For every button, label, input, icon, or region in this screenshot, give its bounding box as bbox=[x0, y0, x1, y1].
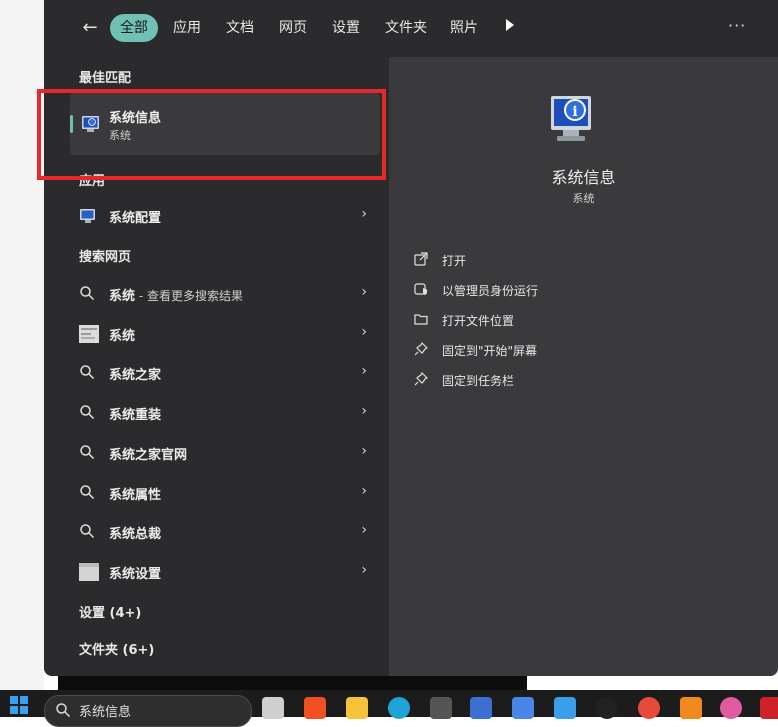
pin-icon bbox=[414, 372, 428, 386]
web-result-label: 系统之家官网 bbox=[109, 448, 188, 463]
folder-icon bbox=[414, 314, 428, 325]
tab-documents[interactable]: 文档 bbox=[216, 14, 264, 42]
section-settings[interactable]: 设置 (4+) bbox=[79, 602, 141, 621]
windows-start-icon[interactable] bbox=[10, 696, 28, 714]
app-icon[interactable] bbox=[512, 697, 534, 719]
chevron-right-icon[interactable]: › bbox=[361, 324, 367, 340]
microsoft-store-icon[interactable] bbox=[304, 697, 326, 719]
system-config-icon bbox=[80, 209, 95, 223]
web-result-label: 系统设置 bbox=[109, 567, 162, 582]
more-options-icon[interactable]: ··· bbox=[728, 16, 746, 35]
action-pin-to-taskbar-label: 固定到任务栏 bbox=[442, 374, 515, 388]
pin-icon bbox=[414, 342, 428, 356]
web-result-label: 系统总裁 bbox=[109, 527, 162, 542]
app-icon[interactable] bbox=[680, 697, 702, 719]
list-item-label: 系统配置 bbox=[109, 211, 162, 226]
shield-icon bbox=[414, 283, 427, 295]
web-result-item[interactable]: 系统 - 查看更多搜索结果 › bbox=[70, 274, 375, 312]
search-icon bbox=[80, 524, 95, 539]
search-icon bbox=[80, 286, 95, 301]
section-web-search: 搜索网页 bbox=[79, 250, 132, 265]
highlight-box bbox=[37, 89, 386, 180]
system-info-large-icon: i bbox=[551, 96, 591, 141]
search-icon bbox=[80, 365, 95, 380]
chevron-right-icon[interactable]: › bbox=[361, 403, 367, 419]
taskbar: 系统信息 bbox=[0, 690, 778, 727]
web-result-item[interactable]: 系统 › bbox=[70, 314, 375, 352]
web-result-label: 系统 bbox=[109, 329, 136, 344]
web-result-item[interactable]: 系统之家官网 › bbox=[70, 433, 375, 471]
open-icon bbox=[414, 252, 428, 266]
web-result-item[interactable]: 系统设置 › bbox=[70, 552, 375, 590]
web-result-item[interactable]: 系统属性 › bbox=[70, 473, 375, 511]
tab-folders[interactable]: 文件夹 bbox=[375, 14, 437, 42]
tab-web[interactable]: 网页 bbox=[269, 14, 317, 42]
action-open-label: 打开 bbox=[442, 254, 467, 268]
web-result-label: 系统重装 bbox=[109, 408, 162, 423]
app-icon[interactable] bbox=[760, 697, 778, 719]
web-result-label: 系统之家 bbox=[109, 368, 162, 383]
tab-apps[interactable]: 应用 bbox=[163, 14, 211, 42]
app-icon[interactable] bbox=[470, 697, 492, 719]
chevron-right-icon[interactable]: › bbox=[361, 363, 367, 379]
filter-bar: ← 全部 应用 文档 网页 设置 文件夹 照片 ··· bbox=[44, 0, 778, 57]
taskbar-search-value: 系统信息 bbox=[79, 705, 132, 720]
search-icon bbox=[80, 405, 95, 420]
chrome-icon[interactable] bbox=[638, 697, 660, 719]
search-icon bbox=[80, 485, 95, 500]
action-open-file-location-label: 打开文件位置 bbox=[442, 314, 515, 328]
tab-settings[interactable]: 设置 bbox=[322, 14, 370, 42]
task-view-icon[interactable] bbox=[262, 697, 284, 719]
chevron-right-icon[interactable]: › bbox=[361, 206, 367, 222]
taskbar-search-input[interactable]: 系统信息 bbox=[44, 695, 252, 727]
chevron-right-icon[interactable]: › bbox=[361, 562, 367, 578]
chevron-right-icon[interactable]: › bbox=[361, 522, 367, 538]
detail-subtitle: 系统 bbox=[572, 192, 595, 205]
list-item-app[interactable]: 系统配置 › bbox=[70, 196, 375, 234]
feishu-icon[interactable] bbox=[554, 697, 576, 719]
tab-all[interactable]: 全部 bbox=[110, 14, 158, 42]
file-explorer-icon[interactable] bbox=[346, 697, 368, 719]
action-pin-to-start-label: 固定到"开始"屏幕 bbox=[442, 344, 538, 358]
action-run-as-admin-label: 以管理员身份运行 bbox=[442, 284, 539, 298]
detail-title: 系统信息 bbox=[551, 168, 616, 187]
chevron-right-icon[interactable]: › bbox=[361, 443, 367, 459]
edge-browser-icon[interactable] bbox=[388, 697, 410, 719]
chevron-right-icon[interactable]: › bbox=[361, 284, 367, 300]
web-result-label: 系统 - 查看更多搜索结果 bbox=[109, 289, 243, 304]
web-result-item[interactable]: 系统之家 › bbox=[70, 353, 375, 391]
thumbnail-icon bbox=[79, 563, 99, 581]
web-result-item[interactable]: 系统总裁 › bbox=[70, 512, 375, 550]
tab-photos[interactable]: 照片 bbox=[440, 14, 488, 42]
window-shadow-strip bbox=[58, 676, 527, 690]
section-folders[interactable]: 文件夹 (6+) bbox=[79, 639, 154, 658]
app-icon[interactable] bbox=[720, 697, 742, 719]
qq-icon[interactable] bbox=[596, 697, 618, 719]
chevron-right-icon[interactable]: › bbox=[361, 483, 367, 499]
app-icon[interactable] bbox=[430, 697, 452, 719]
more-tabs-arrow-icon[interactable] bbox=[506, 19, 514, 31]
thumbnail-icon bbox=[79, 325, 99, 343]
back-arrow-icon[interactable]: ← bbox=[78, 16, 102, 40]
search-icon bbox=[56, 703, 71, 718]
svg-text:i: i bbox=[572, 104, 577, 120]
web-result-label: 系统属性 bbox=[109, 488, 162, 503]
search-icon bbox=[80, 445, 95, 460]
section-best-match: 最佳匹配 bbox=[79, 71, 132, 86]
web-result-item[interactable]: 系统重装 › bbox=[70, 393, 375, 431]
detail-pane: i 系统信息 系统 打开 以管理员身份运行 打开文件位置 固定到"开始"屏幕 固… bbox=[389, 57, 778, 676]
